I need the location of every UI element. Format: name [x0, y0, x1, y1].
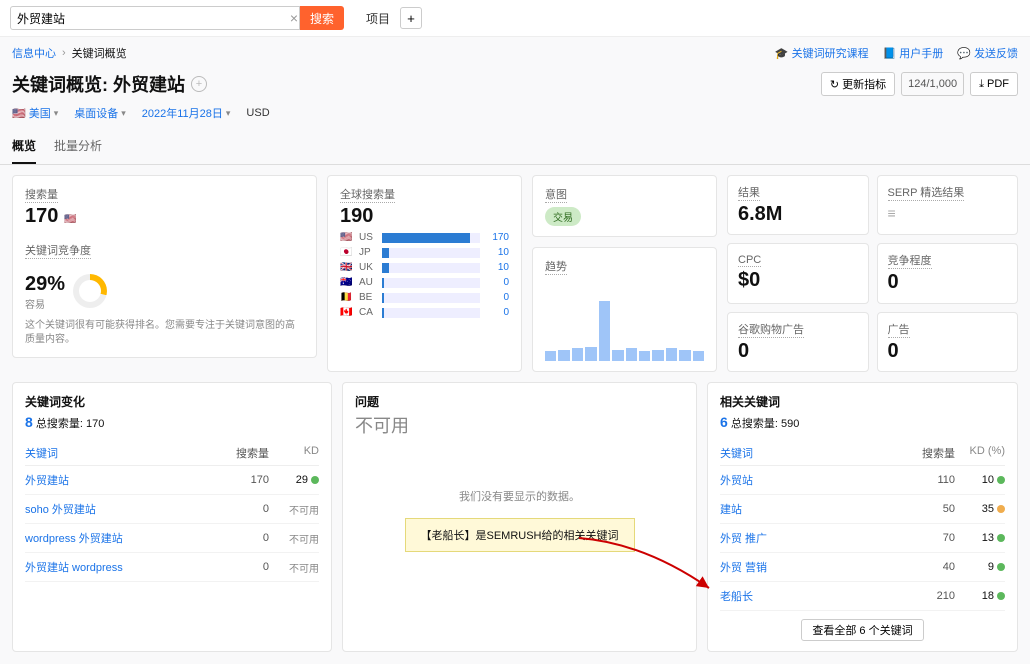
variations-panel: 关键词变化 8 总搜索量: 170 关键词搜索量KD 外贸建站17029 soh…: [12, 382, 332, 652]
related-panel: 相关关键词 6 总搜索量: 590 关键词搜索量KD (%) 外贸站11010 …: [707, 382, 1018, 652]
intent-card: 意图 交易: [532, 175, 717, 237]
trend-label: 趋势: [545, 258, 567, 275]
table-row: 外贸建站 wordpress0不可用: [25, 553, 319, 582]
add-keyword-icon[interactable]: +: [191, 76, 207, 92]
table-row: soho 外贸建站0不可用: [25, 495, 319, 524]
annotation-callout: 【老船长】是SEMRUSH给的相关关键词: [405, 518, 635, 552]
questions-title: 问题: [355, 393, 684, 410]
global-row: 🇦🇺AU0: [340, 277, 509, 288]
volume-value: 170 🇺🇸: [25, 205, 304, 228]
table-row: wordpress 外贸建站0不可用: [25, 524, 319, 553]
comp-card: 竞争程度0: [877, 243, 1019, 303]
table-row: 外贸 推广7013: [720, 524, 1005, 553]
feedback-link[interactable]: 💬 发送反馈: [957, 45, 1018, 61]
no-data-msg: 我们没有要显示的数据。: [355, 488, 684, 504]
keyword-link[interactable]: 外贸建站: [25, 472, 219, 488]
arrow-icon: [574, 533, 714, 593]
global-row: 🇺🇸US170: [340, 232, 509, 243]
kd-level: 容易: [25, 296, 65, 311]
chevron-down-icon: ▾: [54, 108, 59, 119]
related-title: 相关关键词: [720, 393, 1005, 410]
cpc-card: CPC$0: [727, 243, 869, 303]
keyword-link[interactable]: 外贸 推广: [720, 530, 905, 546]
kd-donut-icon: [73, 274, 107, 308]
global-row: 🇧🇪BE0: [340, 292, 509, 303]
breadcrumb-home[interactable]: 信息中心: [12, 45, 56, 61]
volume-card: 搜索量 170 🇺🇸 关键词竞争度 29% 容易 这个关键词很有可能获得排名。您…: [12, 175, 317, 358]
keyword-link[interactable]: 外贸建站 wordpress: [25, 559, 219, 575]
date-filter[interactable]: 2022年11月28日 ▾: [142, 105, 231, 121]
pla-card: 谷歌购物广告0: [727, 312, 869, 372]
global-volume-card: 全球搜索量 190 🇺🇸US170 🇯🇵JP10 🇬🇧UK10 🇦🇺AU0 🇧🇪BE0 🇨…: [327, 175, 522, 372]
table-row: 建站5035: [720, 495, 1005, 524]
page-title: 关键词概览: 外贸建站: [12, 71, 185, 97]
keyword-link[interactable]: soho 外贸建站: [25, 501, 219, 517]
keyword-link[interactable]: 外贸 营销: [720, 559, 905, 575]
add-project-button[interactable]: +: [400, 7, 422, 29]
refresh-button[interactable]: ↻ 更新指标: [821, 72, 895, 96]
kd-value: 29%: [25, 273, 65, 296]
global-volume-label: 全球搜索量: [340, 186, 395, 203]
currency-filter[interactable]: USD: [246, 107, 269, 119]
table-row: 外贸建站17029: [25, 466, 319, 495]
global-row: 🇨🇦CA0: [340, 307, 509, 318]
kd-label: 关键词竞争度: [25, 242, 91, 259]
keyword-link[interactable]: 建站: [720, 501, 905, 517]
tab-overview[interactable]: 概览: [12, 129, 36, 164]
tab-bulk[interactable]: 批量分析: [54, 129, 102, 164]
variations-title: 关键词变化: [25, 393, 319, 410]
search-button[interactable]: 搜索: [300, 6, 344, 30]
global-row: 🇬🇧UK10: [340, 262, 509, 273]
project-label: 项目: [366, 10, 390, 27]
table-row: 老船长21018: [720, 582, 1005, 611]
keyword-link[interactable]: wordpress 外贸建站: [25, 530, 219, 546]
questions-panel: 问题 不可用 我们没有要显示的数据。 【老船长】是SEMRUSH给的相关关键词: [342, 382, 697, 652]
search-input[interactable]: [10, 6, 300, 30]
table-row: 外贸 营销409: [720, 553, 1005, 582]
results-card: 结果6.8M: [727, 175, 869, 235]
device-filter[interactable]: 桌面设备 ▾: [74, 105, 126, 121]
pdf-button[interactable]: ⤓ PDF: [970, 72, 1018, 96]
keyword-link[interactable]: 外贸站: [720, 472, 905, 488]
quota-badge: 124/1,000: [901, 72, 964, 96]
global-row: 🇯🇵JP10: [340, 247, 509, 258]
global-volume-value: 190: [340, 205, 509, 228]
questions-na: 不可用: [355, 412, 684, 438]
table-row: 外贸站11010: [720, 466, 1005, 495]
volume-label: 搜索量: [25, 186, 58, 203]
trend-card: 趋势: [532, 247, 717, 372]
view-all-button[interactable]: 查看全部 6 个关键词: [801, 619, 923, 641]
intent-label: 意图: [545, 186, 567, 203]
intent-pill: 交易: [545, 207, 581, 226]
serp-card: SERP 精选结果≡: [877, 175, 1019, 235]
ads-card: 广告0: [877, 312, 1019, 372]
breadcrumb-current: 关键词概览: [72, 45, 127, 61]
clear-icon[interactable]: ×: [290, 10, 298, 26]
kd-note: 这个关键词很有可能获得排名。您需要专注于关键词意图的高质量内容。: [25, 319, 304, 347]
keyword-link[interactable]: 老船长: [720, 588, 905, 604]
country-filter[interactable]: 🇺🇸 美国 ▾: [12, 105, 58, 121]
manual-link[interactable]: 📘 用户手册: [883, 45, 944, 61]
course-link[interactable]: 🎓 关键词研究课程: [775, 45, 869, 61]
chevron-right-icon: ›: [62, 47, 66, 59]
